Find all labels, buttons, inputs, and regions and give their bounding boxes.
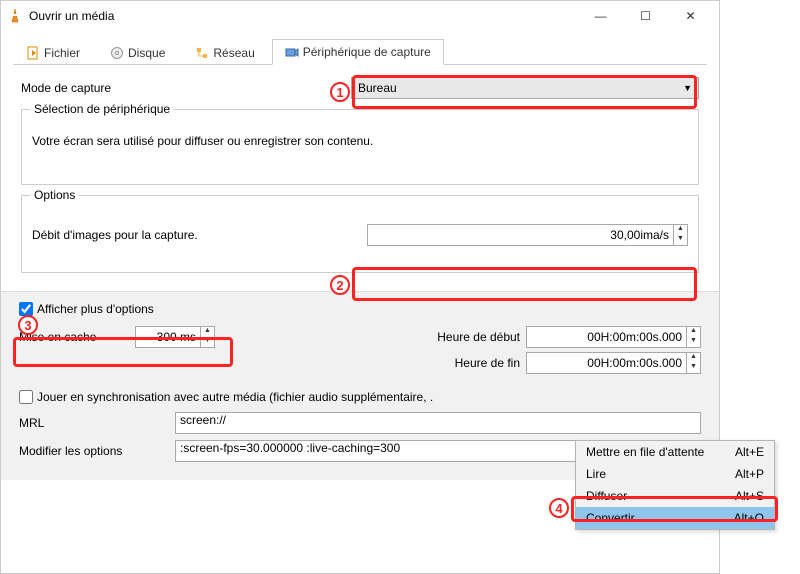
capture-tab-panel: Mode de capture Bureau ▼ Sélection de pé…: [13, 64, 707, 291]
network-icon: [195, 46, 209, 60]
minimize-button[interactable]: —: [578, 2, 623, 30]
cache-spinbox[interactable]: 300 ms ▲▼: [135, 326, 215, 348]
end-time-label: Heure de fin: [400, 356, 520, 370]
options-group: Options Débit d'images pour la capture. …: [21, 195, 699, 273]
file-icon: [26, 46, 40, 60]
options-title: Options: [30, 188, 79, 202]
cache-label: Mise en cache: [19, 330, 129, 344]
window-title: Ouvrir un média: [29, 9, 578, 23]
fps-spinbox[interactable]: 30,00ima/s ▲▼: [367, 224, 688, 246]
menu-item-label: Mettre en file d'attente: [586, 445, 704, 459]
spin-arrows[interactable]: ▲▼: [200, 327, 214, 347]
fps-value: 30,00ima/s: [368, 228, 673, 242]
capture-mode-value: Bureau: [358, 81, 397, 95]
end-time-value: 00H:00m:00s.000: [527, 356, 686, 370]
titlebar: Ouvrir un média — ☐ ✕: [1, 1, 719, 31]
menu-item-convert[interactable]: Convertir Alt+O: [576, 507, 774, 529]
tab-network[interactable]: Réseau: [182, 39, 267, 65]
start-time-label: Heure de début: [400, 330, 520, 344]
menu-item-label: Convertir: [586, 511, 635, 525]
capture-mode-label: Mode de capture: [21, 81, 351, 95]
capture-mode-dropdown[interactable]: Bureau ▼: [351, 77, 699, 99]
tab-file[interactable]: Fichier: [13, 39, 93, 65]
cache-value: 300 ms: [136, 330, 200, 344]
menu-item-shortcut: Alt+S: [735, 489, 764, 503]
tab-label: Réseau: [213, 46, 254, 60]
mrl-input[interactable]: screen://: [175, 412, 701, 434]
show-more-options-checkbox[interactable]: [19, 302, 33, 316]
maximize-button[interactable]: ☐: [623, 2, 668, 30]
play-menu: Mettre en file d'attente Alt+E Lire Alt+…: [575, 440, 775, 530]
tab-capture-device[interactable]: Périphérique de capture: [272, 39, 444, 65]
start-time-value: 00H:00m:00s.000: [527, 330, 686, 344]
menu-item-stream[interactable]: Diffuser Alt+S: [576, 485, 774, 507]
menu-item-shortcut: Alt+E: [735, 445, 764, 459]
menu-item-queue[interactable]: Mettre en file d'attente Alt+E: [576, 441, 774, 463]
tab-label: Périphérique de capture: [303, 45, 431, 59]
menu-item-label: Lire: [586, 467, 606, 481]
show-more-options-label: Afficher plus d'options: [37, 302, 154, 316]
device-selection-group: Sélection de périphérique Votre écran se…: [21, 109, 699, 185]
end-time-spinbox[interactable]: 00H:00m:00s.000 ▲▼: [526, 352, 701, 374]
tab-disc[interactable]: Disque: [97, 39, 178, 65]
menu-item-play[interactable]: Lire Alt+P: [576, 463, 774, 485]
fps-label: Débit d'images pour la capture.: [32, 228, 367, 242]
window-controls: — ☐ ✕: [578, 2, 713, 30]
spin-arrows[interactable]: ▲▼: [686, 353, 700, 373]
chevron-down-icon: ▼: [683, 83, 692, 93]
start-time-spinbox[interactable]: 00H:00m:00s.000 ▲▼: [526, 326, 701, 348]
spin-arrows[interactable]: ▲▼: [673, 225, 687, 245]
capture-device-icon: [285, 45, 299, 59]
vlc-cone-icon: [7, 8, 23, 24]
tab-strip: Fichier Disque Réseau Périphérique de ca…: [1, 31, 719, 65]
spin-arrows[interactable]: ▲▼: [686, 327, 700, 347]
mrl-label: MRL: [19, 416, 169, 430]
close-button[interactable]: ✕: [668, 2, 713, 30]
sync-media-checkbox[interactable]: [19, 390, 33, 404]
edit-options-label: Modifier les options: [19, 444, 169, 458]
sync-media-label: Jouer en synchronisation avec autre médi…: [37, 390, 433, 404]
menu-item-shortcut: Alt+O: [734, 511, 764, 525]
menu-item-shortcut: Alt+P: [735, 467, 764, 481]
disc-icon: [110, 46, 124, 60]
tab-label: Fichier: [44, 46, 80, 60]
device-selection-title: Sélection de périphérique: [30, 102, 174, 116]
device-selection-text: Votre écran sera utilisé pour diffuser o…: [32, 134, 688, 148]
tab-label: Disque: [128, 46, 165, 60]
menu-item-label: Diffuser: [586, 489, 627, 503]
